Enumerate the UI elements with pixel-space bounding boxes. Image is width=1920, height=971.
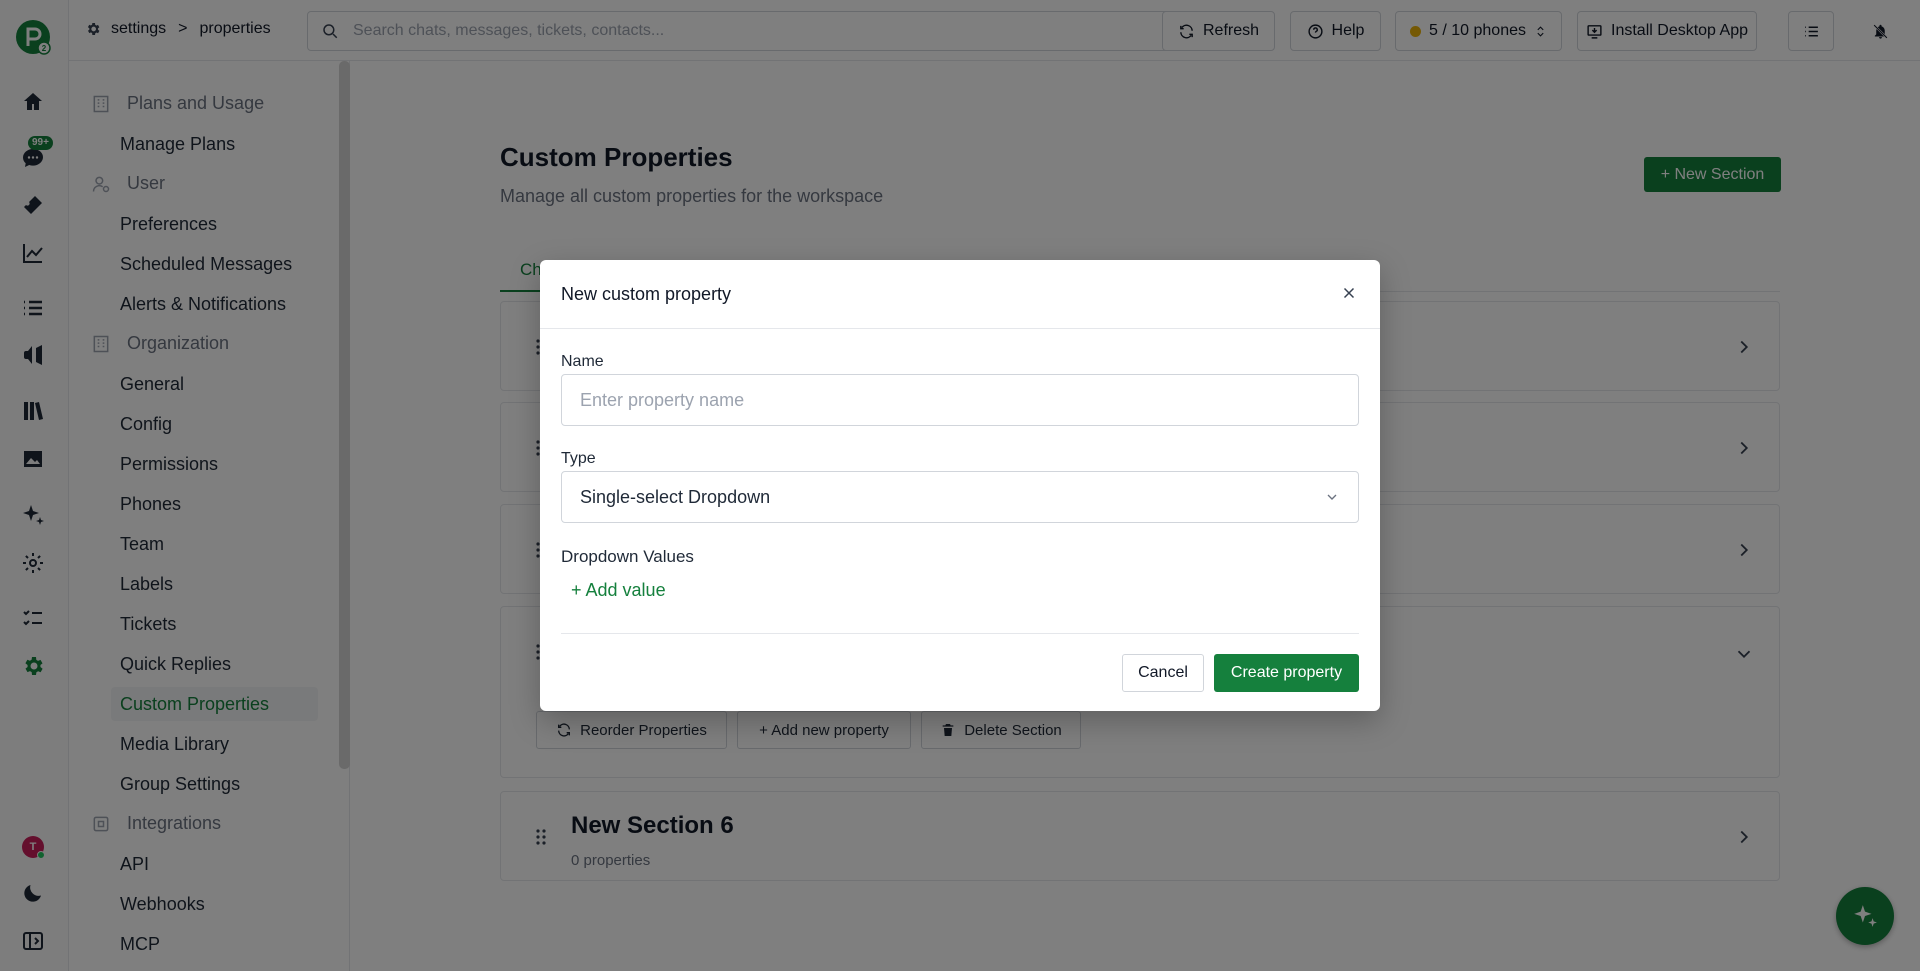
chevron-down-icon [1327, 494, 1337, 500]
type-select[interactable]: Single-select Dropdown [561, 471, 1359, 523]
create-property-button[interactable]: Create property [1214, 654, 1359, 692]
close-icon[interactable] [1340, 284, 1358, 302]
property-name-input[interactable] [580, 389, 1340, 411]
type-select-value: Single-select Dropdown [580, 486, 771, 507]
dialog-divider [540, 328, 1380, 329]
type-label: Type [561, 450, 596, 467]
new-custom-property-dialog: New custom property Name Type Single-sel… [540, 260, 1380, 711]
add-value-button[interactable]: + Add value [571, 580, 666, 601]
cancel-button[interactable]: Cancel [1122, 654, 1204, 692]
dropdown-values-label: Dropdown Values [561, 547, 694, 566]
name-field[interactable] [561, 374, 1359, 426]
dialog-title: New custom property [561, 284, 732, 304]
name-label: Name [561, 353, 604, 370]
dialog-footer-divider [561, 633, 1359, 634]
